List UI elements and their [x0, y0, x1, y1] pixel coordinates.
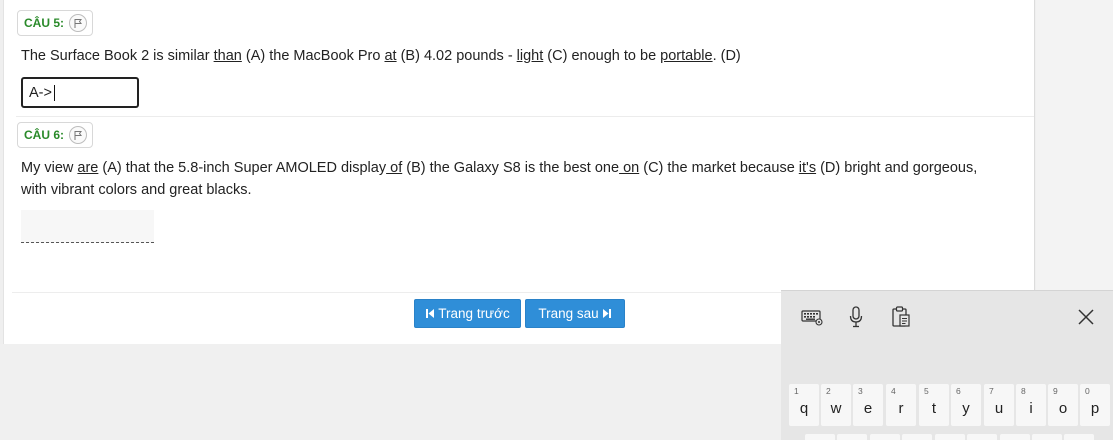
key-number-hint: 1 [794, 386, 799, 396]
question-5-label: CÂU 5: [17, 10, 94, 36]
flag-icon[interactable] [69, 14, 88, 32]
q6-text-part: (B) the Galaxy S8 is the best one [402, 160, 620, 176]
key-number-hint: 6 [956, 386, 961, 396]
close-icon[interactable] [1073, 304, 1099, 330]
question-6-text: My view are (A) that the 5.8-inch Super … [21, 157, 1033, 201]
key-partial[interactable] [1000, 434, 1030, 440]
flag-icon[interactable] [69, 126, 88, 144]
key-letter: e [863, 400, 873, 417]
answer-input-value: A-> [29, 84, 52, 101]
q5-text-part: (C) enough to be [543, 48, 661, 64]
key-letter: i [1029, 400, 1033, 417]
key-number-hint: 5 [924, 386, 929, 396]
q5-text-part: (A) the MacBook Pro [241, 48, 385, 64]
key-p[interactable]: 0p [1080, 384, 1110, 426]
q6-option-d: it's [798, 160, 817, 176]
q5-text-part: The Surface Book 2 is similar [21, 48, 214, 64]
q6-text-part: (D) bright and gorgeous, [816, 160, 978, 176]
q6-text-line2: with vibrant colors and great blacks. [21, 182, 252, 198]
key-number-hint: 0 [1085, 386, 1090, 396]
lower-background [0, 344, 781, 440]
key-partial[interactable] [967, 434, 997, 440]
next-page-label: Trang sau [538, 306, 599, 321]
key-r[interactable]: 4r [886, 384, 916, 426]
question-6-label: CÂU 6: [17, 122, 94, 148]
key-u[interactable]: 7u [984, 384, 1014, 426]
key-number-hint: 4 [891, 386, 896, 396]
key-w[interactable]: 2w [821, 384, 851, 426]
clipboard-icon[interactable] [888, 304, 914, 330]
previous-page-button[interactable]: Trang trước [414, 299, 521, 328]
q6-option-a: are [77, 160, 99, 176]
key-partial[interactable] [805, 434, 835, 440]
q5-option-c: light [516, 48, 544, 64]
next-page-button[interactable]: Trang sau [525, 299, 625, 328]
key-letter: q [799, 400, 809, 417]
key-partial[interactable] [902, 434, 932, 440]
step-forward-icon [602, 309, 611, 318]
key-partial[interactable] [1064, 434, 1094, 440]
right-gutter [1036, 0, 1113, 290]
key-partial[interactable] [837, 434, 867, 440]
q5-text-part: (B) 4.02 pounds - [396, 48, 517, 64]
q6-option-c: on [619, 160, 640, 176]
q5-text-part: . (D) [712, 48, 741, 64]
step-backward-icon [426, 309, 435, 318]
key-letter: w [830, 400, 842, 417]
key-letter: p [1090, 400, 1100, 417]
q5-option-d: portable [660, 48, 713, 64]
key-number-hint: 3 [858, 386, 863, 396]
previous-page-label: Trang trước [438, 306, 510, 321]
q5-option-b: at [384, 48, 397, 64]
key-partial[interactable] [870, 434, 900, 440]
key-number-hint: 9 [1053, 386, 1058, 396]
key-i[interactable]: 8i [1016, 384, 1046, 426]
question-5-number: CÂU 5: [24, 16, 65, 30]
key-letter: o [1058, 400, 1068, 417]
key-letter: t [931, 400, 937, 417]
key-number-hint: 8 [1021, 386, 1026, 396]
q6-text-part: (A) that the 5.8-inch Super AMOLED displ… [98, 160, 387, 176]
key-t[interactable]: 5t [919, 384, 949, 426]
key-number-hint: 2 [826, 386, 831, 396]
key-letter: u [994, 400, 1004, 417]
key-letter: y [962, 400, 970, 417]
key-y[interactable]: 6y [951, 384, 981, 426]
question-5-text: The Surface Book 2 is similar than (A) t… [21, 45, 741, 67]
touch-keyboard: 1q 2w 3e 4r 5t 6y 7u 8i 9o 0p [781, 290, 1113, 440]
key-partial[interactable] [935, 434, 965, 440]
key-q[interactable]: 1q [789, 384, 819, 426]
key-letter: r [898, 400, 904, 417]
q6-text-part: My view [21, 160, 78, 176]
q5-option-a: than [213, 48, 242, 64]
microphone-icon[interactable] [843, 304, 869, 330]
key-o[interactable]: 9o [1048, 384, 1078, 426]
q6-option-b: of [386, 160, 403, 176]
key-e[interactable]: 3e [853, 384, 883, 426]
key-number-hint: 7 [989, 386, 994, 396]
question-6-number: CÂU 6: [24, 128, 65, 142]
text-caret [53, 84, 55, 101]
keyboard-settings-icon[interactable] [799, 304, 825, 330]
q6-text-part: (C) the market because [639, 160, 799, 176]
key-partial[interactable] [1032, 434, 1062, 440]
question-5-answer-input[interactable]: A-> [21, 77, 139, 108]
question-divider [16, 116, 1034, 117]
question-6-answer-input[interactable] [21, 210, 154, 243]
